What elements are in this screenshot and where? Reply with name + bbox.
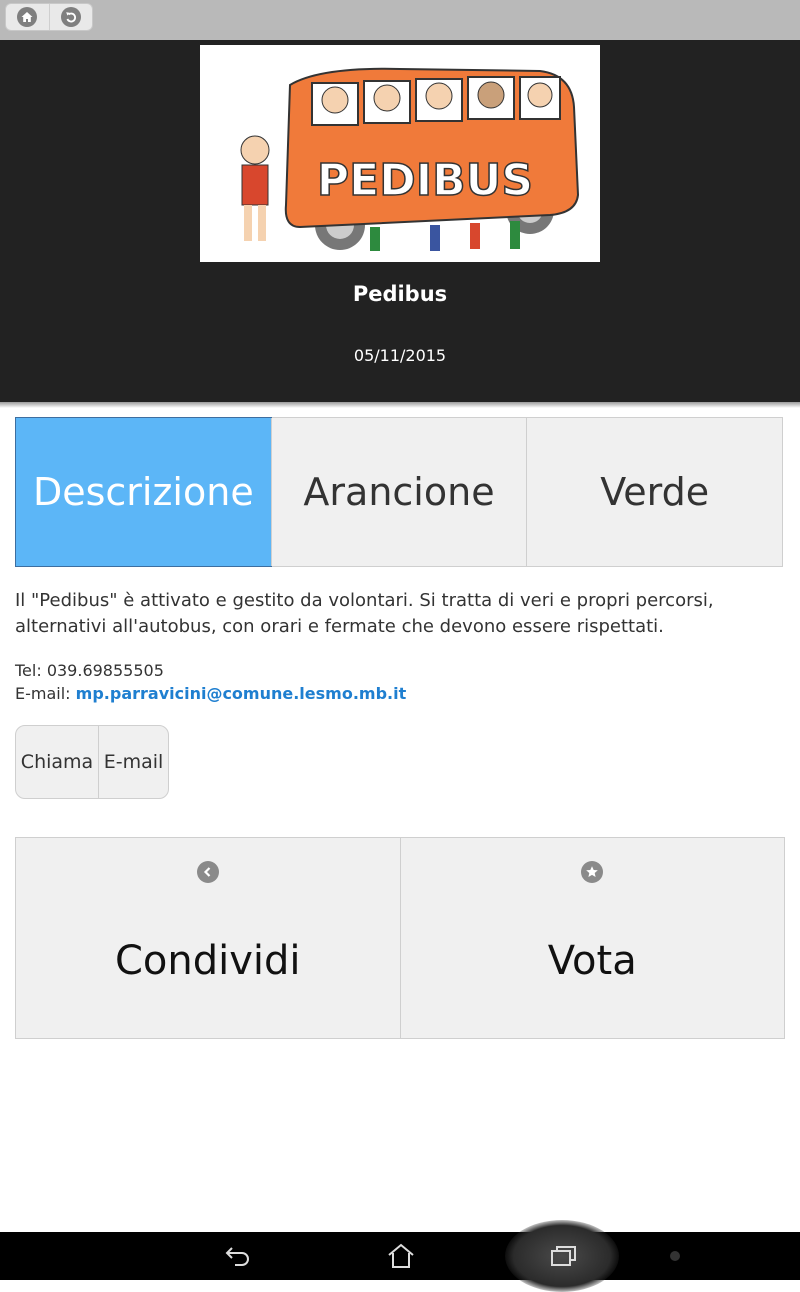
nav-button-group [5, 3, 93, 31]
email-link[interactable]: mp.parravicini@comune.lesmo.mb.it [76, 684, 407, 703]
email-label: E-mail: [15, 684, 71, 703]
dot-icon [670, 1251, 680, 1261]
tab-bar: Descrizione Arancione Verde [15, 417, 783, 567]
system-back-button[interactable] [215, 1232, 261, 1280]
logo-lettering: PEDIBUS [317, 155, 533, 206]
page-header: PEDIBUS Pedibus 05/11/2015 [0, 40, 800, 402]
phone-number: Tel: 039.69855505 [15, 661, 164, 680]
call-button[interactable]: Chiama [16, 726, 99, 798]
tab-verde[interactable]: Verde [526, 418, 783, 566]
star-icon [581, 861, 604, 883]
back-button[interactable] [48, 4, 93, 30]
vote-button[interactable]: Vota [399, 838, 784, 1038]
contact-actions: Chiama E-mail [15, 725, 169, 799]
header-shadow [0, 402, 800, 408]
back-arrow-icon [225, 1247, 249, 1266]
tab-arancione[interactable]: Arancione [270, 418, 527, 566]
pedibus-logo-image: PEDIBUS [200, 45, 600, 262]
share-vote-row: Condividi Vota [15, 837, 785, 1039]
share-label: Condividi [114, 938, 301, 984]
vote-label: Vota [547, 938, 637, 984]
publish-date: 05/11/2015 [353, 346, 447, 365]
undo-icon [60, 7, 81, 27]
share-arrow-icon [196, 861, 219, 883]
system-home-button[interactable] [378, 1232, 424, 1280]
page-title: Pedibus [352, 282, 448, 306]
recent-apps-icon [551, 1246, 576, 1266]
home-outline-icon [388, 1243, 414, 1268]
contact-info: Tel: 039.69855505 E-mail: mp.parravicini… [15, 659, 785, 705]
screenshot-dot-button[interactable] [664, 1232, 686, 1280]
email-button[interactable]: E-mail [99, 726, 168, 798]
system-recent-button[interactable] [540, 1232, 586, 1280]
share-button[interactable]: Condividi [16, 838, 400, 1038]
system-nav-bar [0, 1220, 800, 1292]
top-toolbar [0, 0, 800, 40]
description-text: Il "Pedibus" è attivato e gestito da vol… [15, 590, 714, 637]
home-icon [17, 7, 38, 27]
email-line: E-mail: mp.parravicini@comune.lesmo.mb.i… [15, 682, 785, 705]
tab-descrizione[interactable]: Descrizione [15, 417, 272, 567]
home-button[interactable] [6, 4, 49, 30]
